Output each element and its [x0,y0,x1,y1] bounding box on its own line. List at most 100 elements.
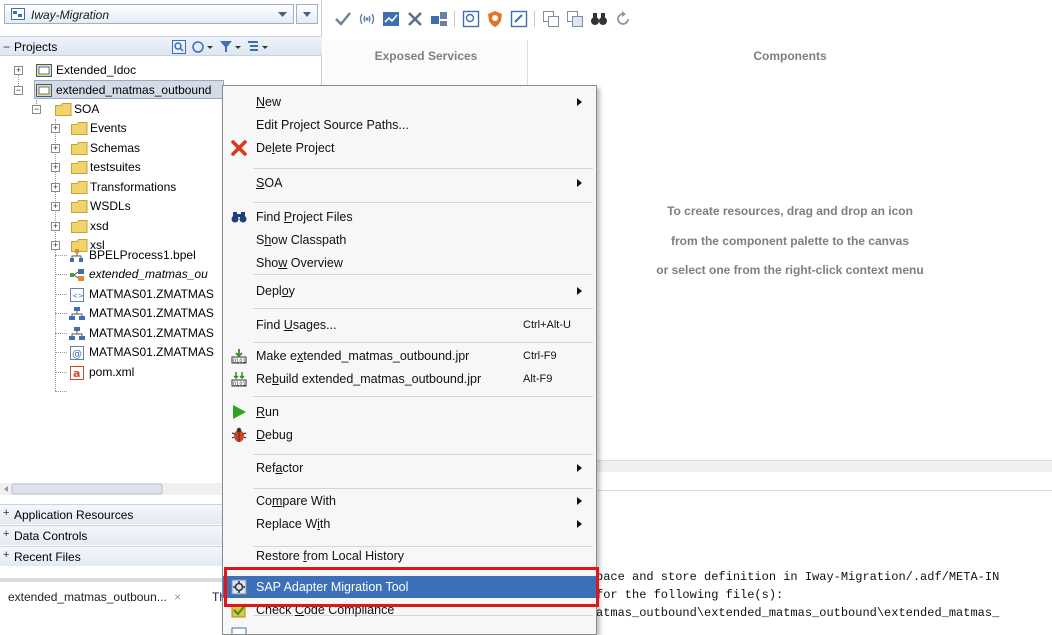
submenu-arrow-icon [577,520,582,528]
menu-item-restore-from-local-history[interactable]: Restore from Local History [223,545,596,567]
sap-adapter-icon [231,579,247,595]
test-icon[interactable] [382,10,400,28]
menu-item-find-usages[interactable]: Find Usages... Ctrl+Alt-U [223,314,596,336]
expand-icon[interactable]: + [14,66,23,75]
expand-icon[interactable]: + [3,549,9,561]
menu-item-show-overview[interactable]: Show Overview [223,252,596,274]
tree-item-extended-matmas-outbound-content[interactable]: − extended_matmas_outbound [0,81,222,100]
tree-item-transformations[interactable]: + Transformations [0,178,222,197]
tree-item-xsd[interactable]: + xsd [0,217,222,236]
wsdl-icon: @ [70,346,86,360]
menu-item-partial[interactable] [223,624,596,634]
deploy-icon[interactable] [430,10,448,28]
tree-item-events[interactable]: + Events [0,119,222,138]
menu-separator [253,396,593,397]
tree-item-schemas[interactable]: + Schemas [0,139,222,158]
tree-item-label: MATMAS01.ZMATMAS [89,326,214,340]
compliance-icon [231,602,247,618]
bpel-icon [69,249,85,262]
menu-item-edit-project-source-paths[interactable]: Edit Project Source Paths... [223,114,596,136]
tree-item-matmas-schema-1[interactable]: MATMAS01.ZMATMAS [0,304,222,323]
menu-item-label: Restore from Local History [256,549,404,563]
menu-item-sap-adapter-migration-tool[interactable]: SAP Adapter Migration Tool [223,576,596,598]
menu-item-label: Run [256,405,279,419]
expand-icon[interactable]: + [51,222,60,231]
close-tab-icon[interactable]: × [174,590,181,604]
menu-item-label: Find Project Files [256,210,353,224]
tree-item-label: MATMAS01.ZMATMAS [89,345,214,359]
tree-item-wsdls[interactable]: + WSDLs [0,197,222,216]
menu-separator [253,308,593,309]
menu-item-make[interactable]: 0101 Make extended_matmas_outbound.jpr C… [223,345,596,367]
chevron-down-icon[interactable] [278,12,287,18]
tree-item-testsuites[interactable]: + testsuites [0,158,222,177]
shield-icon[interactable] [486,10,504,28]
edit-icon[interactable] [510,10,528,28]
menu-item-label: SAP Adapter Migration Tool [256,580,409,594]
svg-text:<>: <> [72,292,84,300]
tree-item-matmas-wsdl[interactable]: @ MATMAS01.ZMATMAS [0,343,222,362]
menu-item-debug[interactable]: Debug [223,424,596,446]
expand-icon[interactable]: + [51,183,60,192]
menu-item-replace-with[interactable]: Replace With [223,513,596,535]
diagram-toolbar [324,0,1052,40]
tree-item-matmas-schema-2[interactable]: MATMAS01.ZMATMAS [0,324,222,343]
menu-separator [253,168,593,169]
projects-panel-header[interactable]: − Projects [0,36,322,56]
schema-icon [69,327,85,340]
paste-icon[interactable] [566,10,584,28]
refresh-icon[interactable] [614,10,632,28]
canvas-hint-line: from the component palette to the canvas [670,234,910,248]
menu-item-rebuild[interactable]: 0101 Rebuild extended_matmas_outbound.jp… [223,368,596,390]
menu-item-deploy[interactable]: Deploy [223,280,596,302]
expand-icon[interactable]: + [3,528,9,540]
expand-icon[interactable]: + [51,163,60,172]
tree-item-label: Transformations [90,180,177,194]
wireless-icon[interactable] [358,10,376,28]
menu-item-show-classpath[interactable]: Show Classpath [223,229,596,251]
menu-item-soa[interactable]: SOA [223,172,596,194]
collapse-icon[interactable]: − [3,40,10,54]
menu-item-run[interactable]: Run [223,401,596,423]
tree-item-bpelprocess1[interactable]: BPELProcess1.bpel [0,246,222,265]
menu-item-compare-with[interactable]: Compare With [223,490,596,512]
collapse-icon[interactable]: − [32,105,41,114]
tab-extended-matmas-outbound[interactable]: extended_matmas_outboun... × [8,590,181,604]
application-menu-button[interactable] [296,4,318,24]
composite-icon [69,268,85,281]
expand-icon[interactable]: + [51,144,60,153]
validate-icon[interactable] [334,10,352,28]
toolbar-separator [454,11,455,27]
schema-icon [69,307,85,320]
binoculars-icon[interactable] [590,10,608,28]
menu-item-shortcut: Ctrl+Alt-U [523,319,571,331]
exposed-services-header: Exposed Services [374,49,478,63]
accordion-label: Recent Files [14,550,81,564]
menu-separator [253,202,593,203]
expand-icon[interactable]: + [3,507,9,519]
menu-item-label: Check Code Compliance [256,603,395,617]
menu-item-find-project-files[interactable]: Find Project Files [223,206,596,228]
collapse-icon[interactable]: − [14,86,23,95]
copy-icon[interactable] [542,10,560,28]
tree-item-composite[interactable]: extended_matmas_ou [0,265,222,284]
zoom-fit-icon[interactable] [462,10,480,28]
menu-item-new[interactable]: New [223,91,596,113]
tree-item-soa[interactable]: − SOA [0,100,222,119]
menu-item-refactor[interactable]: Refactor [223,457,596,479]
binoculars-icon [231,209,247,225]
expand-icon[interactable]: + [51,124,60,133]
menu-item-check-code-compliance[interactable]: Check Code Compliance [223,599,596,621]
application-selector[interactable]: Iway-Migration [4,4,294,24]
accordion-label: Data Controls [14,529,88,543]
tree-item-label: MATMAS01.ZMATMAS [89,306,214,320]
tree-item-matmas-xml[interactable]: <> MATMAS01.ZMATMAS [0,285,222,304]
expand-icon[interactable]: + [51,202,60,211]
tree-item-extended-idoc[interactable]: + Extended_Idoc [0,61,222,80]
menu-item-shortcut: Ctrl-F9 [523,350,557,362]
delete-icon[interactable] [406,10,424,28]
debug-icon [231,427,247,443]
tree-item-pom-xml[interactable]: a pom.xml [0,363,222,382]
application-name: Iway-Migration [31,8,110,22]
menu-item-delete-project[interactable]: Delete Project [223,137,596,159]
